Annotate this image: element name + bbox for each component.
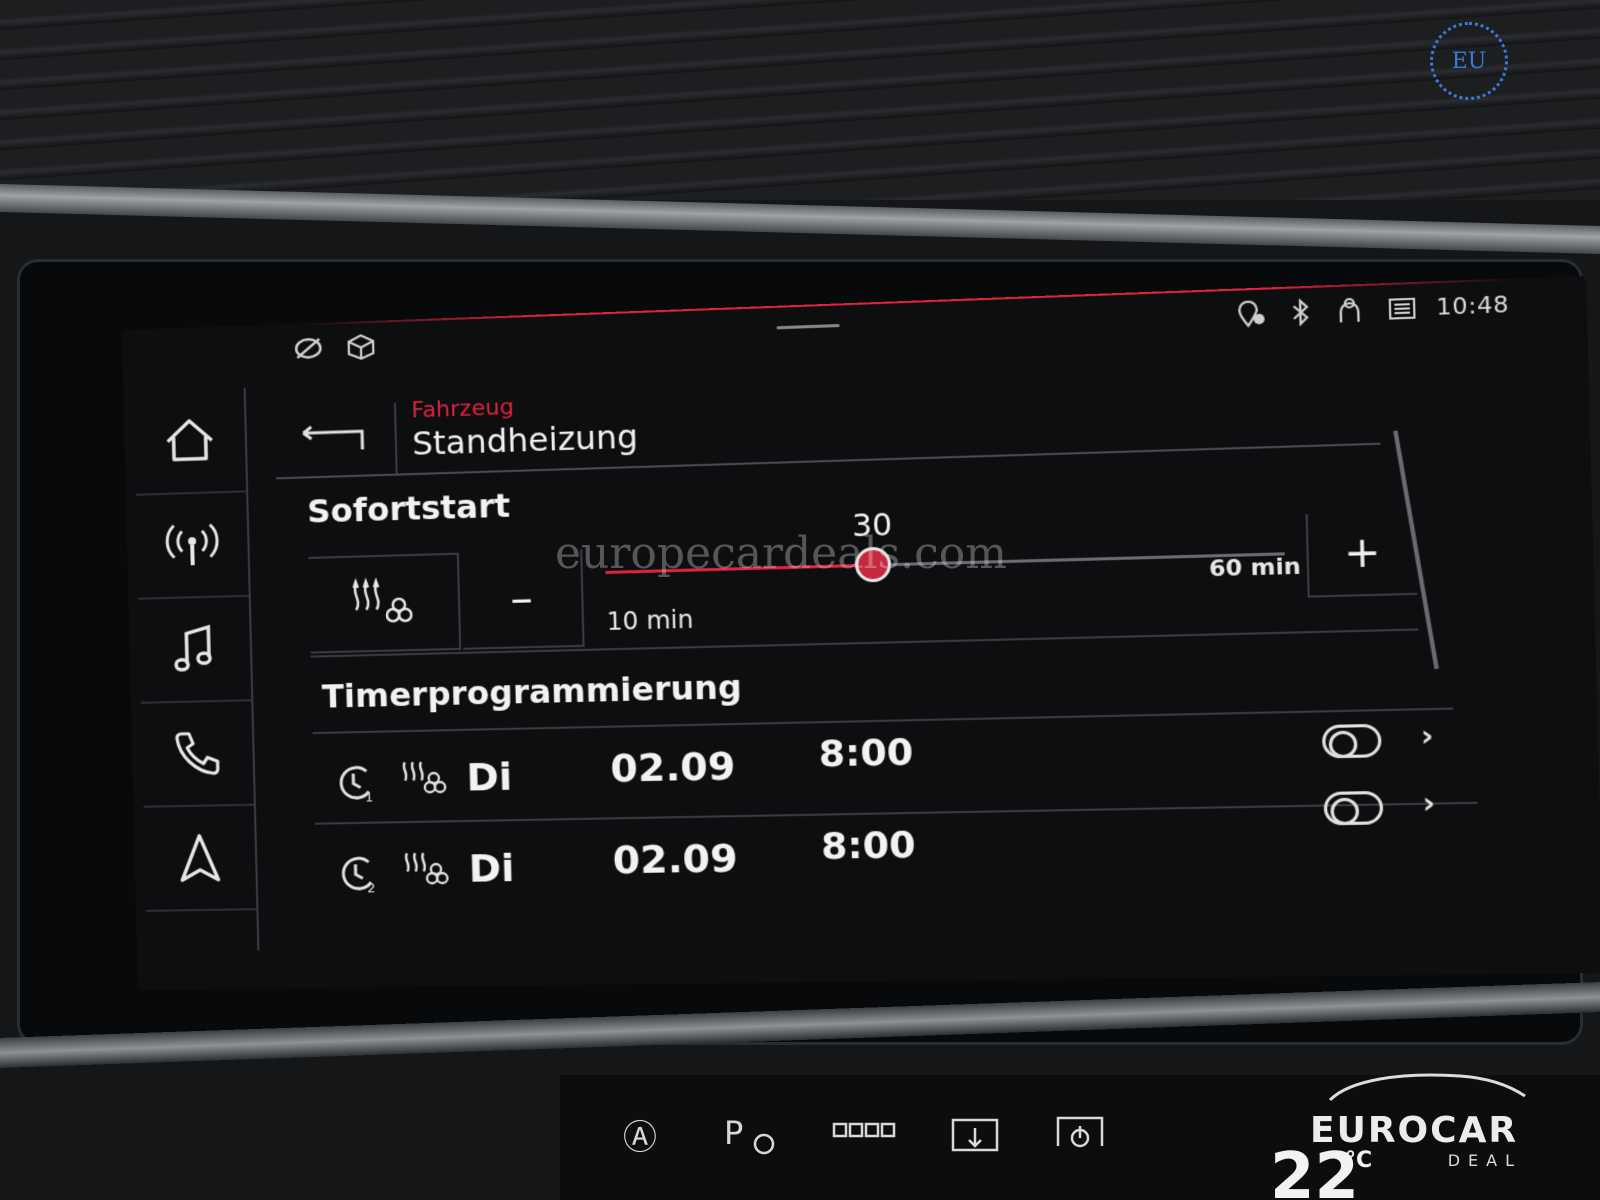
chevron-right-icon[interactable]: › (1420, 718, 1434, 753)
infotainment-screen: 10:48 Fahrzeug Standheizung Sofortstart … (121, 275, 1600, 991)
eurocar-deal-logo: EUROCAR DEAL (1310, 1066, 1540, 1170)
timer-toggle[interactable] (1321, 723, 1382, 759)
cube-icon[interactable] (345, 333, 376, 360)
timer-clock-icon: 2 (336, 852, 380, 896)
svg-text:2: 2 (367, 881, 376, 895)
timer-row[interactable]: 2 Di 02.09 8:00 › (325, 786, 1469, 921)
slider-min-label: 10 min (606, 605, 694, 637)
timer-date: 02.09 (612, 835, 739, 883)
heating-mode-button[interactable] (308, 552, 462, 654)
eu-badge-text: EU (1451, 48, 1487, 74)
home-icon (161, 412, 218, 470)
heater-fan-icon (399, 756, 449, 805)
bluetooth-icon (1285, 298, 1318, 326)
nav-phone[interactable] (141, 701, 254, 808)
back-button[interactable] (274, 402, 398, 480)
music-note-icon (166, 621, 224, 679)
navigation-arrow-icon (171, 829, 229, 886)
breadcrumb[interactable]: Fahrzeug (411, 395, 514, 424)
seat-heating-icon[interactable] (825, 1110, 905, 1170)
timer-title: Timerprogrammierung (321, 667, 743, 716)
increase-duration-button[interactable]: + (1305, 510, 1418, 598)
battery-icon (1385, 294, 1419, 322)
defrost-icon[interactable] (935, 1110, 1015, 1170)
nav-home[interactable] (133, 387, 247, 496)
auto-icon[interactable]: Ⓐ (600, 1110, 680, 1170)
air-vent (0, 0, 1600, 200)
slider-max-label: 60 min (1208, 553, 1302, 583)
radio-antenna-icon (164, 516, 221, 574)
nav-radio[interactable] (135, 492, 249, 600)
timer-clock-icon: 1 (334, 761, 378, 806)
eu-badge-logo: EU (1430, 22, 1508, 100)
brand-sub-text: DEAL (1447, 1151, 1522, 1170)
timer-time: 8:00 (820, 824, 917, 869)
timer-time: 8:00 (818, 731, 914, 776)
svg-text:P: P (724, 1114, 743, 1152)
timer-day: Di (468, 845, 515, 891)
location-warning-icon (1235, 300, 1268, 328)
sofortstart-title: Sofortstart (306, 486, 511, 531)
back-arrow-icon (299, 421, 371, 460)
clock: 10:48 (1435, 291, 1510, 321)
phone-icon (169, 725, 227, 782)
watermark-site: europecardeals.com (555, 528, 1007, 579)
heater-fan-icon (347, 574, 420, 632)
heater-fan-icon (401, 847, 451, 896)
car-silhouette-icon (1328, 1073, 1526, 1102)
park-assist-icon[interactable]: P (710, 1110, 790, 1170)
brand-main-text: EUROCAR (1310, 1110, 1519, 1151)
chevron-right-icon[interactable]: › (1422, 786, 1436, 821)
timer-date: 02.09 (609, 743, 736, 791)
screen-power-icon[interactable] (1040, 1110, 1120, 1170)
connect-icon[interactable] (293, 335, 324, 362)
page-title: Standheizung (411, 417, 639, 463)
passenger-icon (1335, 296, 1369, 324)
nav-navigation[interactable] (143, 805, 257, 912)
svg-text:1: 1 (365, 790, 374, 804)
left-nav (133, 387, 260, 952)
timer-toggle[interactable] (1323, 790, 1384, 826)
nav-media[interactable] (138, 596, 252, 704)
timer-day: Di (465, 754, 513, 800)
drag-handle[interactable] (776, 323, 840, 330)
